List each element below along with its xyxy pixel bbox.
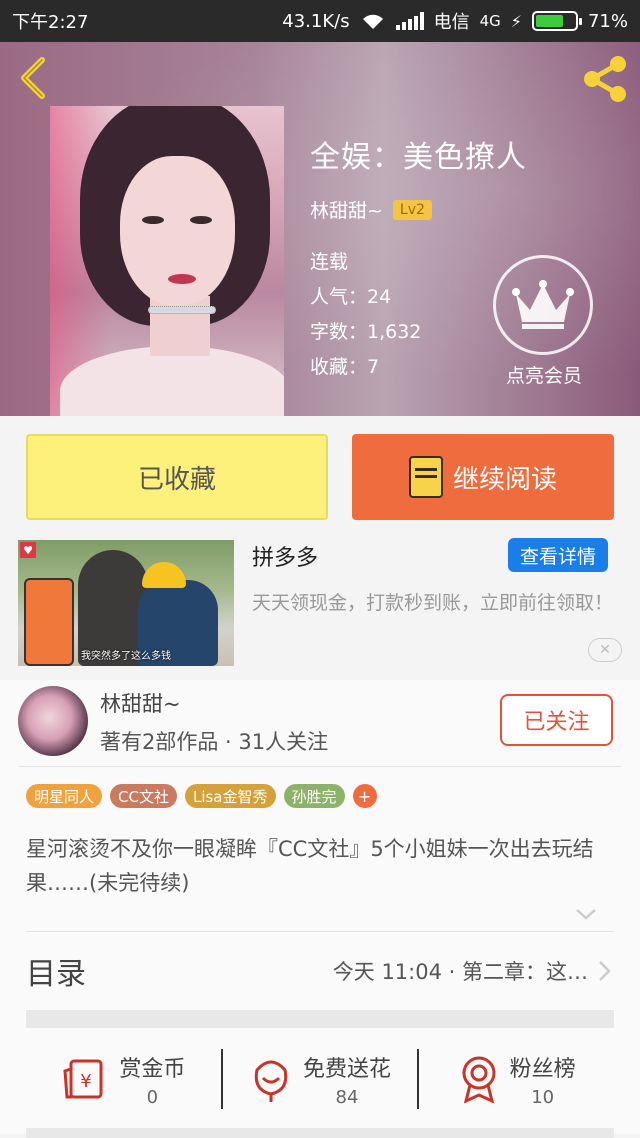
- network-speed: 43.1K/s: [282, 10, 350, 32]
- reward-coin-stat[interactable]: ¥ 赏金币 0: [26, 1051, 221, 1108]
- book-title: 全娱：美色撩人: [310, 140, 527, 175]
- fan-rank-stat[interactable]: 粉丝榜 10: [419, 1051, 614, 1108]
- section-spacer: [26, 1128, 614, 1138]
- chevron-down-icon[interactable]: [574, 904, 598, 924]
- reward-coin-value: 0: [146, 1086, 159, 1108]
- svg-text:¥: ¥: [81, 1071, 92, 1092]
- ad-description: 天天领现金，打款秒到账，立即前往领取！: [252, 592, 614, 614]
- divider: [26, 931, 614, 932]
- status-time: 下午2:27: [12, 12, 89, 33]
- tag-list: 明星同人 CC文社 Lisa金智秀 孙胜完 +: [26, 784, 377, 808]
- signal-icon: [395, 12, 424, 30]
- book-author[interactable]: 林甜甜~: [310, 196, 383, 223]
- avatar[interactable]: [18, 686, 88, 756]
- book-icon: [408, 456, 443, 498]
- battery-percent: 71%: [587, 10, 628, 32]
- level-badge: Lv2: [392, 199, 432, 220]
- follow-button[interactable]: 已关注: [500, 694, 613, 746]
- crown-icon: [493, 255, 593, 355]
- view-details-button[interactable]: 查看详情: [508, 538, 608, 572]
- member-button[interactable]: 点亮会员: [493, 255, 595, 388]
- fan-rank-value: 10: [531, 1086, 555, 1108]
- ad-title: 拼多多: [252, 546, 319, 571]
- free-flower-stat[interactable]: 免费送花 84: [223, 1051, 418, 1108]
- synopsis: 星河滚烫不及你一眼凝眸『CC文社』5个小姐妹一次出去玩结果……(未完待续): [26, 837, 594, 895]
- free-flower-label: 免费送花: [303, 1056, 392, 1082]
- collected-button[interactable]: 已收藏: [26, 434, 328, 520]
- charging-icon: ⚡: [510, 11, 522, 31]
- carrier: 电信: [433, 12, 470, 33]
- author-section: 林甜甜~ 著有2部作品 · 31人关注 已关注 明星同人 CC文社 Lisa金智…: [0, 680, 640, 1138]
- medal-icon: [462, 1056, 496, 1103]
- reward-coin-icon: ¥: [63, 1059, 103, 1099]
- ad-image[interactable]: ♥ 我突然多了这么多钱: [18, 540, 234, 666]
- member-label: 点亮会员: [505, 365, 582, 387]
- book-cover[interactable]: [50, 106, 284, 416]
- back-arrow-icon[interactable]: [14, 56, 54, 100]
- book-header: 全娱：美色撩人 林甜甜~ Lv2 连载 人气：24 字数：1,632 收藏：7 …: [0, 42, 640, 416]
- fan-rank-label: 粉丝榜: [509, 1056, 576, 1082]
- divider: [18, 766, 622, 767]
- tag-2[interactable]: Lisa金智秀: [184, 784, 276, 808]
- tag-1[interactable]: CC文社: [110, 784, 177, 808]
- free-flower-value: 84: [335, 1086, 359, 1108]
- battery-icon: [531, 11, 582, 31]
- network-type: 4G: [479, 12, 501, 30]
- section-spacer: [26, 1010, 614, 1028]
- latest-chapter[interactable]: 今天 11:04 · 第二章：这…: [333, 956, 588, 986]
- author-name[interactable]: 林甜甜~: [100, 688, 181, 718]
- flower-icon: [254, 1060, 288, 1102]
- status-bar: 下午2:27 43.1K/s 电信 4G ⚡ 71%: [0, 0, 640, 42]
- tag-0[interactable]: 明星同人: [26, 784, 103, 808]
- share-icon[interactable]: [580, 54, 630, 104]
- toc-title: 目录: [26, 957, 86, 992]
- add-tag-button[interactable]: +: [352, 784, 377, 808]
- table-of-contents[interactable]: 目录 今天 11:04 · 第二章：这…: [26, 936, 614, 1006]
- wifi-icon: [362, 14, 383, 29]
- continue-reading-label: 继续阅读: [452, 464, 557, 495]
- ad-image-caption: 我突然多了这么多钱: [81, 651, 171, 662]
- close-icon[interactable]: ✕: [588, 638, 622, 662]
- heart-icon: ♥: [20, 542, 36, 558]
- author-stats: 著有2部作品 · 31人关注: [100, 730, 329, 754]
- stats-bar: ¥ 赏金币 0 免费送花 84 粉丝榜 10: [26, 1028, 614, 1130]
- ad-banner[interactable]: ♥ 我突然多了这么多钱 拼多多 查看详情 天天领现金，打款秒到账，立即前往领取！…: [0, 528, 640, 678]
- chevron-right-icon: [599, 961, 611, 981]
- reward-coin-label: 赏金币: [119, 1056, 186, 1082]
- continue-reading-button[interactable]: 继续阅读: [352, 434, 614, 520]
- tag-3[interactable]: 孙胜完: [283, 784, 345, 808]
